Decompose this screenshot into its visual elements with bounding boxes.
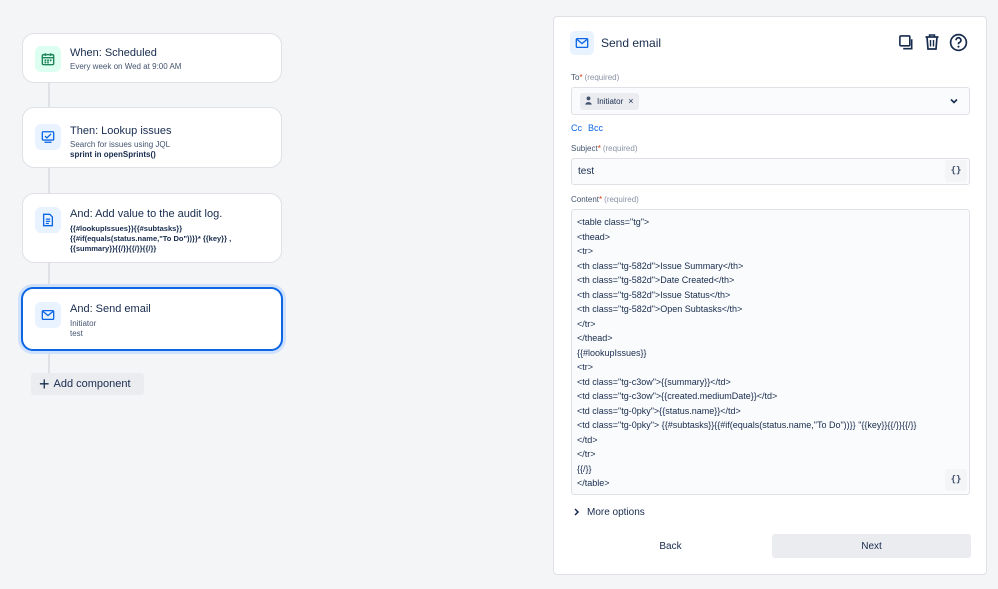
content-line: <th class="tg-582d">Date Created</th> <box>577 275 735 285</box>
person-icon <box>585 95 592 107</box>
chevron-right-icon <box>573 507 580 518</box>
lookup-issues-card[interactable]: Then: Lookup issues Search for issues us… <box>22 107 282 168</box>
delete-button[interactable] <box>922 31 942 53</box>
recipient-chip-label: Initiator <box>597 96 624 106</box>
lookup-jql: sprint in openSprints() <box>70 150 156 159</box>
content-line: <tr> <box>577 246 594 256</box>
content-line: <thead> <box>577 231 611 242</box>
help-button[interactable] <box>948 31 968 53</box>
audit-value-line: {{#lookupIssues}}{{#subtasks}} <box>70 224 183 233</box>
send-email-panel: Send email To* (required) Initiator × Cc… <box>553 16 987 575</box>
send-email-subject: test <box>70 329 83 338</box>
content-smart-value-button[interactable]: {} <box>945 469 967 491</box>
lookup-subtitle: Search for issues using JQL <box>70 140 171 149</box>
content-textarea[interactable]: <table class="tg"> <thead> <tr> <th clas… <box>571 209 970 495</box>
subject-label: Subject* (required) <box>571 144 638 153</box>
mail-icon <box>35 302 61 328</box>
audit-value-line: {{summary}}{{/}}{{/}}{{/}} <box>70 244 157 253</box>
chevron-down-icon[interactable] <box>948 95 960 107</box>
content-line: <th class="tg-582d">Issue Summary</th> <box>577 260 744 271</box>
to-label: To* (required) <box>571 73 620 82</box>
remove-chip-icon[interactable]: × <box>628 96 633 106</box>
document-icon <box>35 207 61 233</box>
next-button[interactable]: Next <box>772 534 971 558</box>
audit-value-line: {{#if(equals(status.name,"To Do"))}}* {{… <box>70 234 232 243</box>
content-line: <td class="tg-c3ow">{{summary}}</td> <box>577 376 731 387</box>
content-line: <td class="tg-c3ow">{{created.mediumDate… <box>577 391 778 401</box>
content-line: <tr> <box>577 362 594 372</box>
panel-actions <box>896 31 968 53</box>
to-select[interactable]: Initiator × <box>571 87 970 115</box>
content-line: {{#lookupIssues}} <box>577 347 647 358</box>
mail-icon <box>570 31 594 55</box>
bcc-link[interactable]: Bcc <box>588 123 603 133</box>
back-button[interactable]: Back <box>570 534 771 558</box>
audit-title: And: Add value to the audit log. <box>70 208 223 220</box>
automation-flow: When: Scheduled Every week on Wed at 9:0… <box>0 0 540 589</box>
more-options-toggle[interactable]: More options <box>573 507 645 518</box>
add-component-label: Add component <box>53 378 131 390</box>
send-email-recipient: Initiator <box>70 319 97 328</box>
subject-input[interactable]: test <box>571 158 970 185</box>
content-line: </tr> <box>577 318 596 329</box>
content-line: <table class="tg"> <box>577 217 650 227</box>
trigger-subtitle: Every week on Wed at 9:00 AM <box>70 62 182 71</box>
copy-button[interactable] <box>896 31 916 53</box>
content-line: <td class="tg-0pky"> {{#subtasks}}{{#if(… <box>577 420 917 430</box>
flow-connector <box>48 351 50 374</box>
help-icon <box>949 33 967 51</box>
content-line: </thead> <box>577 333 613 343</box>
content-line: {{/}} <box>577 463 592 474</box>
add-component-button[interactable]: + Add component <box>31 373 144 395</box>
plus-icon: + <box>39 374 50 394</box>
trash-icon <box>925 34 939 50</box>
lookup-icon <box>35 124 61 150</box>
content-line: <th class="tg-582d">Issue Status</th> <box>577 289 731 300</box>
panel-title: Send email <box>601 36 662 50</box>
send-email-title: And: Send email <box>70 303 151 315</box>
trigger-card[interactable]: When: Scheduled Every week on Wed at 9:0… <box>22 33 282 83</box>
send-email-card[interactable]: And: Send email Initiator test <box>21 287 283 351</box>
content-line: </td> <box>577 434 598 445</box>
content-line: <th class="tg-582d">Open Subtasks</th> <box>577 304 743 314</box>
panel-header: Send email <box>570 31 661 55</box>
content-label: Content* (required) <box>571 195 639 204</box>
audit-log-card[interactable]: And: Add value to the audit log. {{#look… <box>22 193 282 263</box>
calendar-icon <box>35 46 61 72</box>
content-line: <td class="tg-0pky">{{status.name}}</td> <box>577 405 741 416</box>
flow-connector <box>48 168 50 194</box>
recipient-chip: Initiator × <box>580 92 639 110</box>
content-line: </tr> <box>577 449 596 459</box>
copy-icon <box>898 34 912 49</box>
lookup-title: Then: Lookup issues <box>70 125 172 137</box>
subject-smart-value-button[interactable]: {} <box>945 160 967 182</box>
trigger-title: When: Scheduled <box>70 47 157 59</box>
cc-link[interactable]: Cc <box>571 123 582 133</box>
more-options-label: More options <box>587 507 645 518</box>
cc-bcc-links: Cc Bcc <box>571 123 603 133</box>
content-line: </table> <box>577 478 610 488</box>
flow-connector <box>48 263 50 287</box>
flow-connector <box>48 83 50 108</box>
